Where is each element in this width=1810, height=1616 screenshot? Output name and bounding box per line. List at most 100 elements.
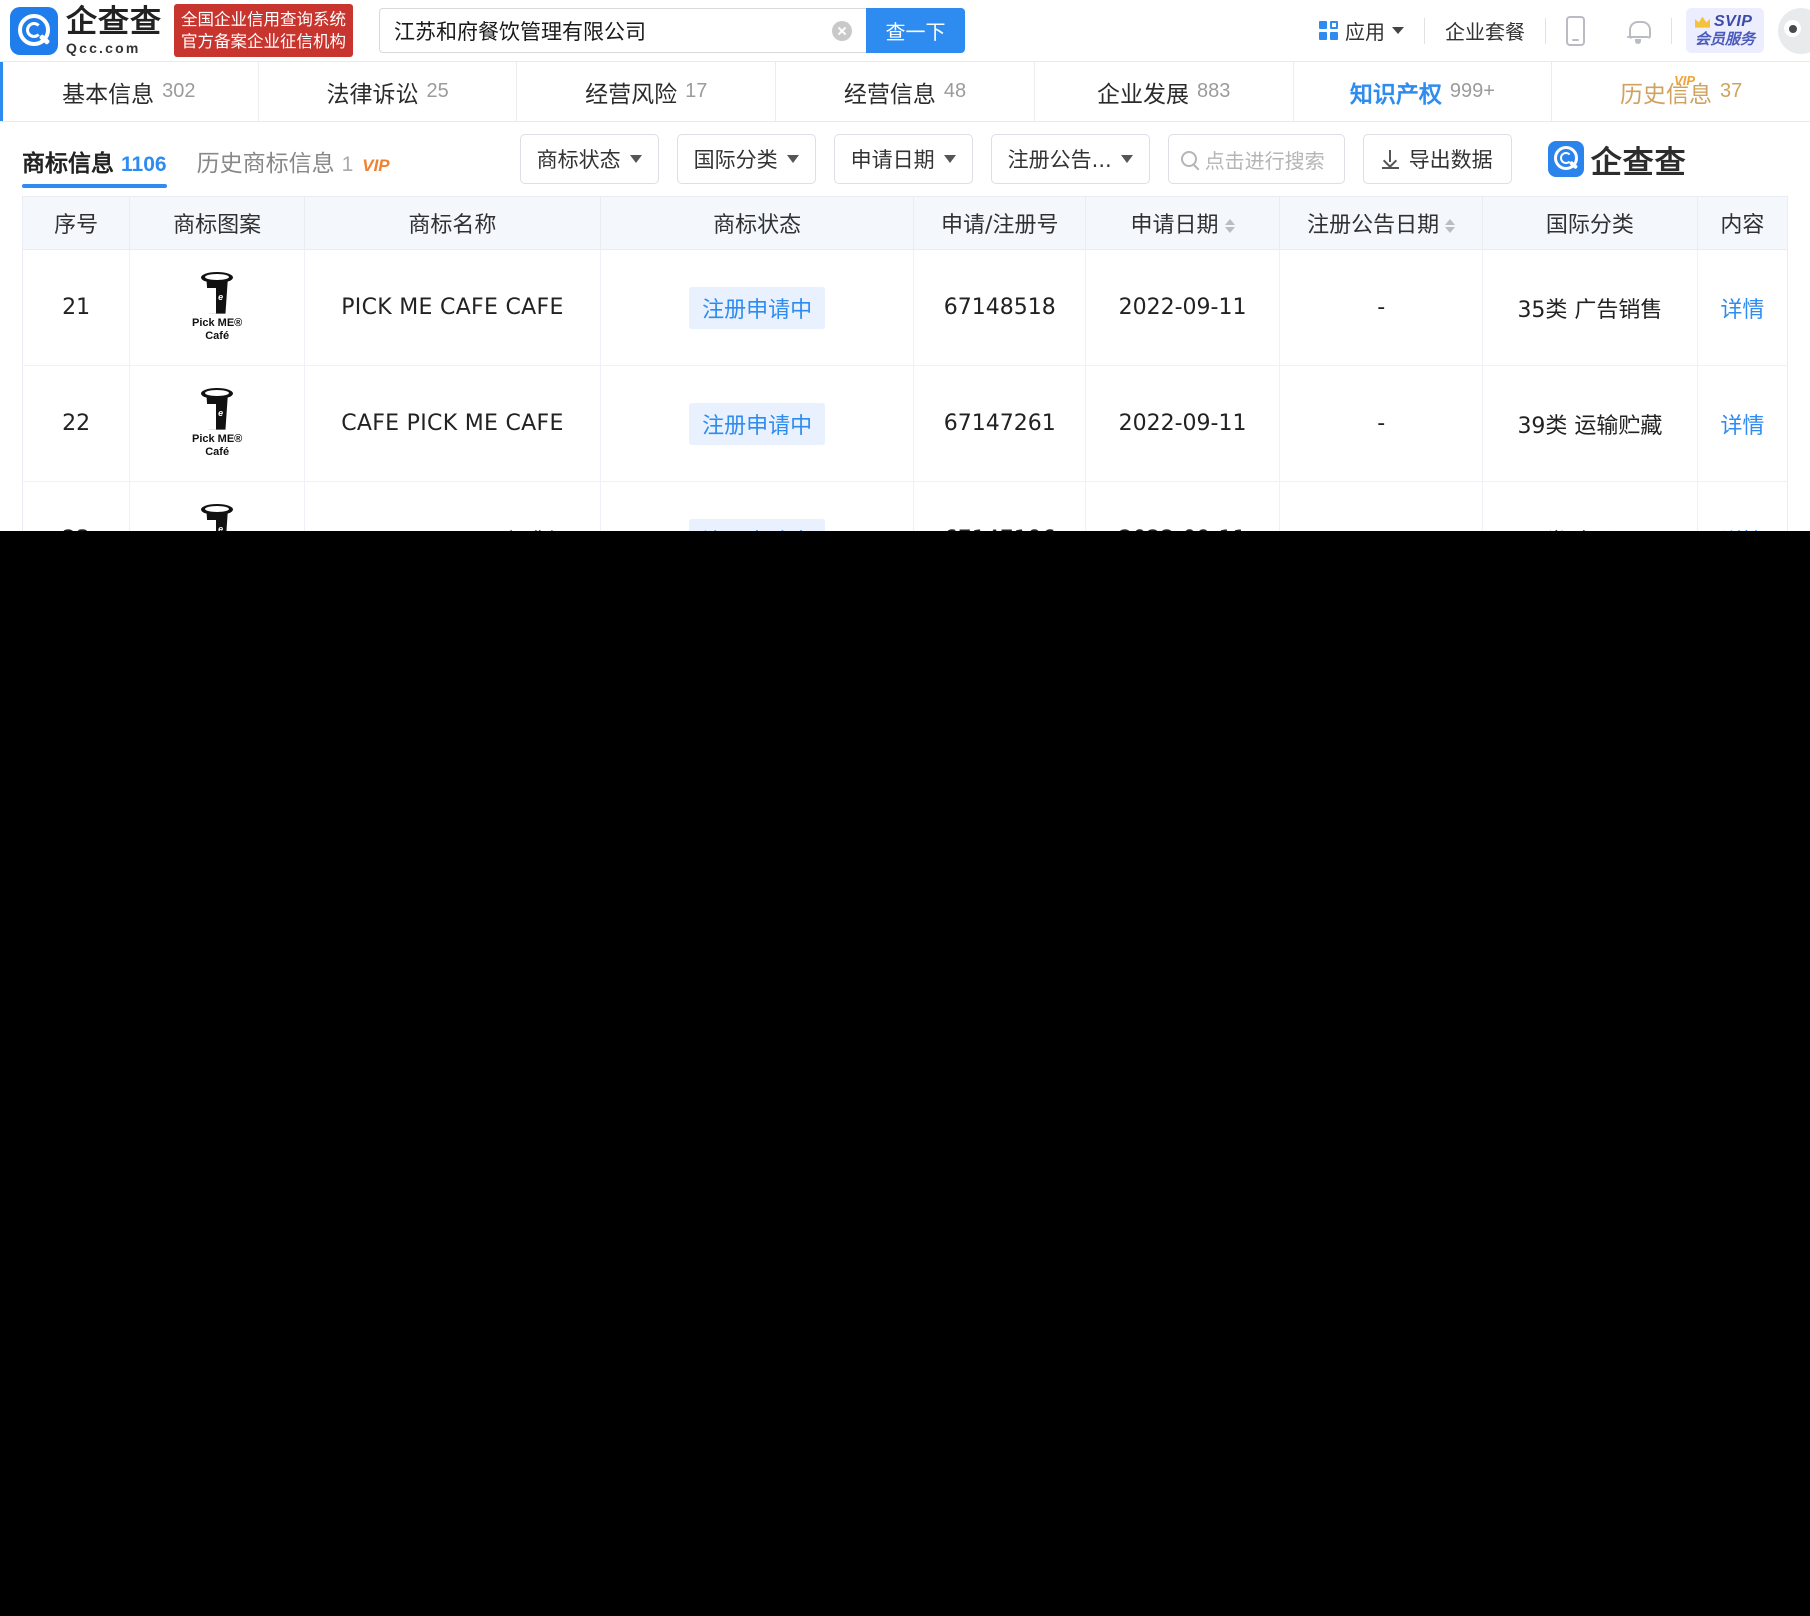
search-input[interactable] [394,18,832,43]
status-badge: 注册申请中 [689,402,826,445]
cell-application-date: 2022-09-11 [1085,365,1281,482]
nav-tab-label: 企业发展 [1097,81,1190,108]
grid-apps-icon [1318,21,1338,40]
svip-badge[interactable]: SVIP 会员服务 [1685,8,1764,53]
col-trademark-status: 商标状态 [600,196,915,250]
cell-announcement-date: - [1279,481,1484,531]
site-header: 企查查 Qcc.com 全国企业信用查询系统 官方备案企业征信机构 查一下 应用 [0,0,1810,61]
nav-tab-label: 经营风险 [585,81,678,108]
nav-tab-basic-info[interactable]: 基本信息 302 [0,62,259,121]
notification-bell-icon [1625,17,1651,45]
main-nav-tabs: 基本信息 302 法律诉讼 25 经营风险 17 经营信息 48 企业发展 88… [0,61,1810,122]
table-row[interactable]: 23 e Pick ME® Café [22,481,1788,531]
notifications-button[interactable] [1605,17,1671,45]
badge-line-1: 全国企业信用查询系统 [181,10,346,30]
table-row[interactable]: 21 e Pick ME® Café PICK ME CAFE CAFE 注册申… [22,249,1788,366]
status-badge: 注册申请中 [689,286,826,329]
badge-line-2: 官方备案企业征信机构 [181,31,346,51]
chevron-down-icon [1391,27,1404,34]
cell-application-date: 2022-09-11 [1085,249,1281,366]
trademark-logo-line1: Pick ME® [192,432,243,445]
col-application-date[interactable]: 申请日期 [1085,196,1281,250]
search-button[interactable]: 查一下 [866,8,965,53]
cell-content[interactable]: 详情 [1697,481,1788,531]
watermark-logo: 企查查 [1547,137,1687,182]
detail-link[interactable]: 详情 [1720,298,1764,323]
nav-tab-legal-proceedings[interactable]: 法律诉讼 25 [259,62,518,121]
filter-registration-announcement[interactable]: 注册公告... [990,134,1150,184]
enterprise-package-link[interactable]: 企业套餐 [1425,16,1545,45]
filter-label: 国际分类 [693,148,778,172]
sort-icon[interactable] [1224,219,1235,233]
filter-trademark-status[interactable]: 商标状态 [519,134,659,184]
nav-tab-intellectual-property[interactable]: 知识产权 999+ [1294,62,1553,121]
nav-tab-business-info[interactable]: 经营信息 48 [776,62,1035,121]
mobile-phone-icon [1565,15,1585,46]
table-header-row: 序号 商标图案 商标名称 商标状态 申请/注册号 申请日期 注册公告日期 国际分… [22,196,1788,250]
table-search-placeholder: 点击进行搜索 [1204,148,1325,173]
active-left-bar [0,62,3,121]
sub-toolbar: 商标信息 1106 历史商标信息 1 VIP 商标状态 国际分类 申请日期 注册… [0,122,1810,196]
chevron-down-icon [786,155,799,163]
header-right-actions: 应用 企业套餐 SVIP 会员服务 [1299,0,1810,61]
cell-trademark-image: e Pick ME® Café [129,365,306,482]
search-icon [1180,151,1197,167]
table-search-box[interactable]: 点击进行搜索 [1167,134,1345,184]
nav-tab-history-info[interactable]: 历史信息 37 VIP [1552,62,1810,121]
nav-tab-business-risk[interactable]: 经营风险 17 [517,62,777,121]
nav-tab-label: 历史信息 [1620,81,1713,108]
nav-tab-enterprise-development[interactable]: 企业发展 883 [1035,62,1294,121]
cell-trademark-image: e Pick ME® Café [129,481,306,531]
sort-icon[interactable] [1445,219,1456,233]
cell-trademark-image: e Pick ME® Café [129,249,306,366]
cell-international-class: 35类 广告销售 [1482,249,1698,366]
sub-tab-label: 历史商标信息 [196,151,335,177]
search-box[interactable] [379,8,866,53]
vip-tag-icon: VIP [362,156,390,175]
nav-tab-count: 17 [685,80,708,102]
sub-tab-trademark-info[interactable]: 商标信息 1106 [22,122,167,196]
nav-tab-label: 知识产权 [1349,81,1442,108]
status-badge: 注册申请中 [689,518,826,531]
filter-application-date[interactable]: 申请日期 [833,134,973,184]
cell-application-date: 2022-09-11 [1085,481,1281,531]
coffee-cup-icon: e [200,271,234,314]
divider [1670,17,1672,44]
col-index: 序号 [22,196,131,250]
export-data-button[interactable]: 导出数据 [1362,134,1512,184]
trademark-logo-line2: Café [205,330,230,342]
filter-controls: 商标状态 国际分类 申请日期 注册公告... 点击进行搜索 导出数据 企查查 [519,134,1687,184]
svip-sub-label: 会员服务 [1694,30,1755,49]
nav-tab-count: 883 [1197,80,1231,102]
col-content: 内容 [1697,196,1788,250]
trademark-logo-line2: Café [205,446,230,458]
cell-index: 22 [22,365,131,482]
apps-menu[interactable]: 应用 [1299,16,1424,45]
cell-trademark-name: PICK ME CAFE CAFE [304,249,601,366]
trademark-logo-icon: e Pick ME® Café [192,271,242,344]
sub-tab-history-trademark-info[interactable]: 历史商标信息 1 VIP [197,122,390,196]
table-row[interactable]: 22 e Pick ME® Café CAFE PICK ME CAFE 注册申… [22,365,1788,482]
avatar[interactable] [1778,7,1810,54]
watermark-text: 企查查 [1590,144,1687,181]
nav-tab-count: 48 [943,80,967,102]
cell-content[interactable]: 详情 [1697,365,1788,482]
cell-trademark-name: CAFE PICK ME CAFE [304,365,601,482]
nav-tab-label: 法律诉讼 [326,81,419,108]
logo-text: 企查查 Qcc.com [66,6,162,55]
filter-label: 商标状态 [536,148,621,172]
coffee-cup-icon: e [200,387,234,430]
chevron-down-icon [1120,155,1133,163]
col-announcement-date[interactable]: 注册公告日期 [1279,196,1484,250]
col-application-number: 申请/注册号 [913,196,1087,250]
cell-application-number: 67147261 [913,365,1087,482]
clear-icon[interactable] [832,20,852,41]
crown-icon [1694,16,1710,28]
cell-content[interactable]: 详情 [1697,249,1788,366]
mobile-app-button[interactable] [1546,15,1605,46]
detail-link[interactable]: 详情 [1720,414,1764,439]
filter-international-class[interactable]: 国际分类 [676,134,816,184]
qcc-logo-icon [1547,141,1584,177]
nav-tab-count: 25 [426,80,449,102]
site-logo[interactable]: 企查查 Qcc.com [10,6,162,55]
